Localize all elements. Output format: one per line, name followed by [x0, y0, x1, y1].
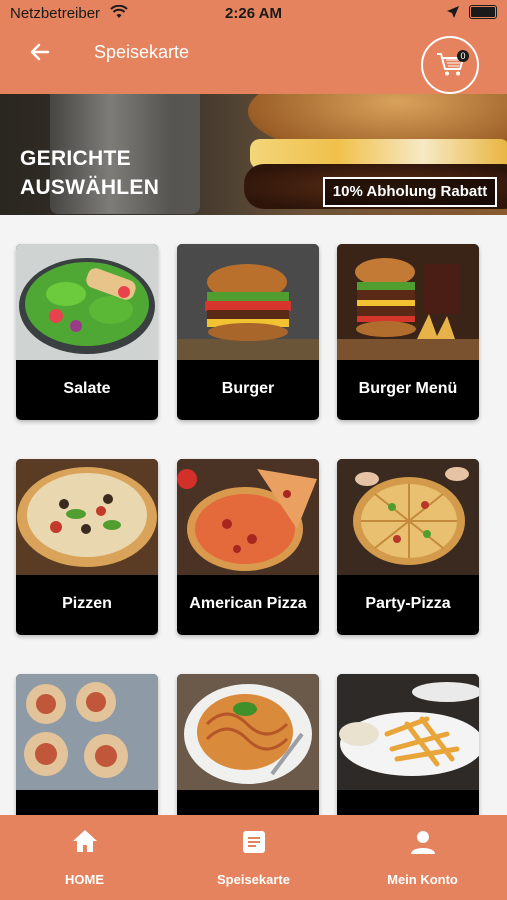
- category-card-salate[interactable]: Salate: [16, 244, 158, 420]
- fries-image: [337, 674, 479, 790]
- nav-label: Speisekarte: [217, 872, 290, 887]
- category-card-pizzen[interactable]: Pizzen: [16, 459, 158, 635]
- category-card-party-pizza[interactable]: Party-Pizza: [337, 459, 479, 635]
- status-bar: Netzbetreiber 2:26 AM: [0, 0, 507, 26]
- user-icon: [411, 831, 435, 854]
- nav-label: HOME: [65, 872, 104, 887]
- category-card-american-pizza[interactable]: American Pizza: [177, 459, 319, 635]
- nav-home[interactable]: HOME: [0, 815, 169, 900]
- category-label: Party-Pizza: [365, 595, 451, 612]
- banner-headline-line2: AUSWÄHLEN: [20, 176, 160, 199]
- nav-label: Mein Konto: [387, 872, 458, 887]
- bottom-navigation: HOME Speisekarte Mein Konto: [0, 815, 507, 900]
- category-card-burger[interactable]: Burger: [177, 244, 319, 420]
- pasta-image: [177, 674, 319, 790]
- promo-banner[interactable]: GERICHTE AUSWÄHLEN 10% Abholung Rabatt: [0, 94, 507, 215]
- location-icon: [447, 6, 459, 18]
- cart-button[interactable]: 0: [421, 36, 479, 94]
- party-pizza-image: [337, 459, 479, 575]
- banner-headline: GERICHTE AUSWÄHLEN: [20, 144, 159, 202]
- category-label: Burger Menü: [358, 380, 458, 397]
- battery-icon: [469, 5, 497, 19]
- american-pizza-image: [177, 459, 319, 575]
- salad-image: [16, 244, 158, 360]
- nav-speisekarte[interactable]: Speisekarte: [169, 815, 338, 900]
- category-label: Burger: [221, 380, 275, 397]
- clock: 2:26 AM: [225, 5, 282, 22]
- menu-document-icon: [243, 831, 265, 853]
- cart-count-badge: 0: [457, 50, 469, 62]
- pizza-rolls-image: [16, 674, 158, 790]
- category-label: Salate: [63, 380, 111, 397]
- banner-headline-line1: GERICHTE: [20, 147, 131, 170]
- back-arrow-icon[interactable]: [26, 38, 54, 66]
- burger-image: [177, 244, 319, 360]
- page-title: Speisekarte: [94, 42, 190, 62]
- pizza-image: [16, 459, 158, 575]
- app-bar: Speisekarte 0: [0, 26, 507, 94]
- category-label: Pizzen: [62, 595, 112, 612]
- category-card-burger-menue[interactable]: Burger Menü: [337, 244, 479, 420]
- burger-menu-image: [337, 244, 479, 360]
- nav-mein-konto[interactable]: Mein Konto: [338, 815, 507, 900]
- home-icon: [73, 830, 97, 852]
- category-label: American Pizza: [189, 595, 307, 612]
- discount-badge: 10% Abholung Rabatt: [323, 177, 497, 207]
